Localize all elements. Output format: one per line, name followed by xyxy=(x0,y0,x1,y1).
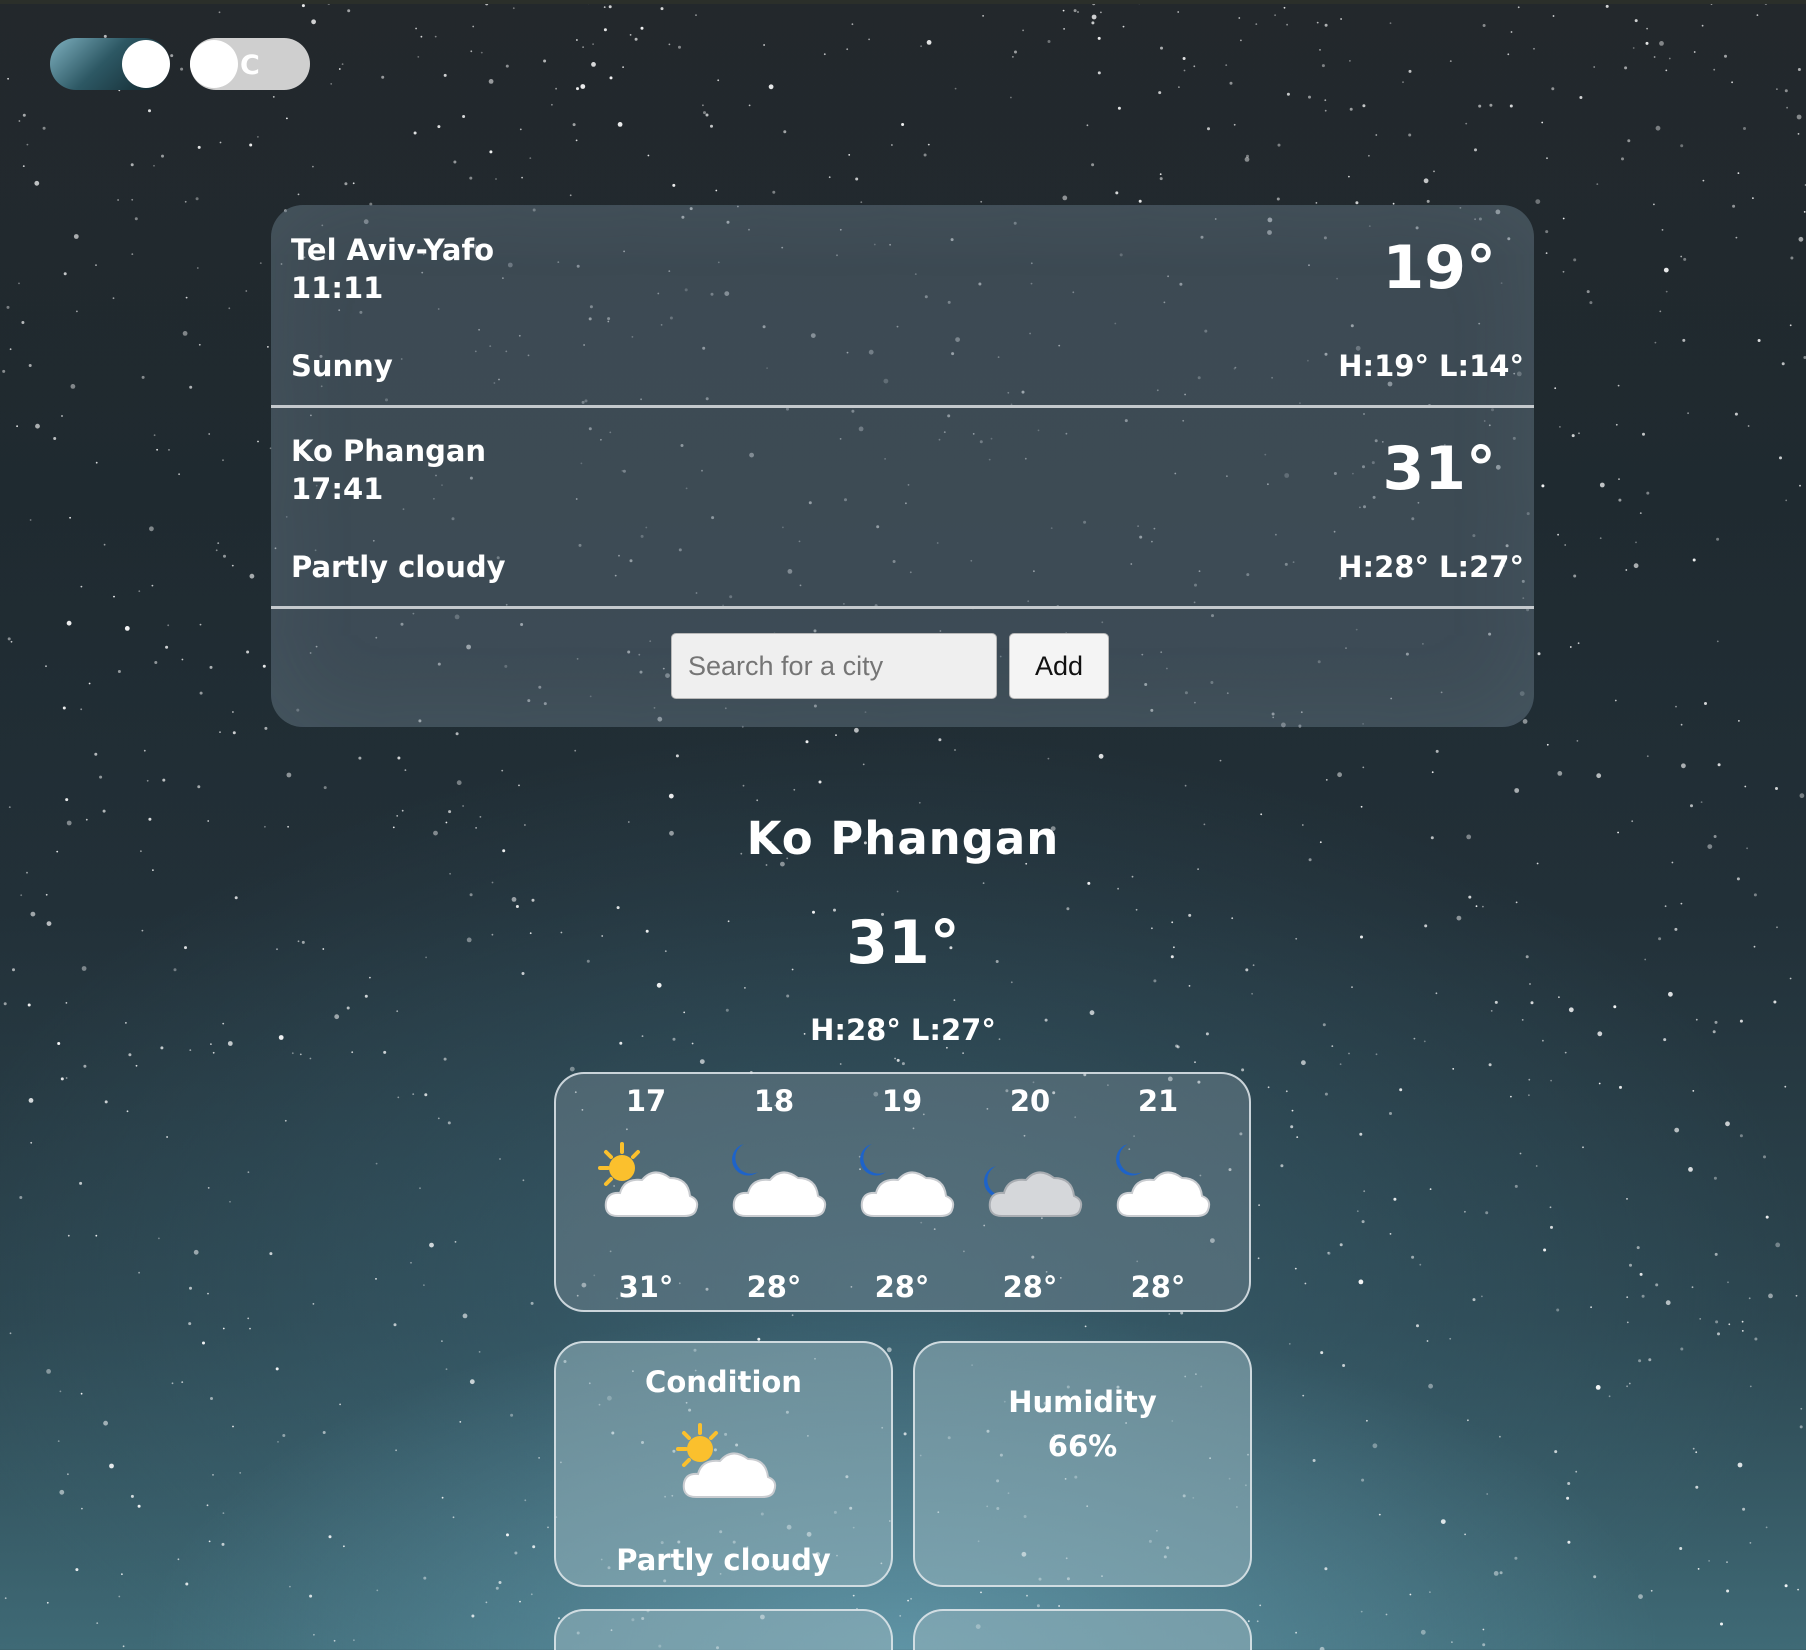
unit-toggle-knob[interactable] xyxy=(190,40,238,88)
city-high-low: H:19° L:14° xyxy=(1338,349,1524,383)
condition-tile: Condition Partly cloudy xyxy=(554,1341,893,1587)
forecast-temperature: 31° xyxy=(618,1270,674,1304)
forecast-item: 18 28° xyxy=(710,1074,838,1314)
forecast-hour: 18 xyxy=(753,1084,795,1118)
city-list-panel: Tel Aviv-Yafo 11:11 Sunny 19° H:19° L:14… xyxy=(271,205,1534,727)
humidity-tile: Humidity 66% xyxy=(913,1341,1252,1587)
humidity-title: Humidity xyxy=(1008,1385,1157,1419)
theme-toggle-knob[interactable] xyxy=(122,40,170,88)
sun-behind-cloud-icon xyxy=(676,1423,777,1498)
forecast-hour: 17 xyxy=(625,1084,667,1118)
city-condition: Sunny xyxy=(291,349,393,383)
city-temperature: 19° xyxy=(1382,233,1497,303)
current-high-low: H:28° L:27° xyxy=(810,1013,996,1047)
city-name: Tel Aviv-Yafo xyxy=(291,233,495,267)
city-row-ko-phangan[interactable]: Ko Phangan 17:41 Partly cloudy 31° H:28°… xyxy=(271,406,1534,609)
forecast-item: 19 28° xyxy=(838,1074,966,1314)
city-search-input[interactable] xyxy=(671,633,997,699)
moon-cloud-icon xyxy=(1116,1144,1211,1217)
condition-value: Partly cloudy xyxy=(616,1543,831,1577)
city-local-time: 11:11 xyxy=(291,271,384,305)
city-temperature: 31° xyxy=(1382,434,1497,504)
city-condition: Partly cloudy xyxy=(291,550,506,584)
forecast-temperature: 28° xyxy=(1130,1270,1186,1304)
current-temperature: 31° xyxy=(846,908,960,978)
city-local-time: 17:41 xyxy=(291,472,384,506)
unit-toggle[interactable]: C xyxy=(190,38,310,90)
moon-dark-cloud-icon xyxy=(984,1166,1083,1217)
forecast-temperature: 28° xyxy=(874,1270,930,1304)
city-name: Ko Phangan xyxy=(291,434,487,468)
theme-toggle[interactable] xyxy=(50,38,170,90)
current-city-name: Ko Phangan xyxy=(746,812,1060,865)
forecast-item: 17 31° xyxy=(582,1074,710,1314)
moon-cloud-icon xyxy=(860,1144,955,1217)
city-high-low: H:28° L:27° xyxy=(1338,550,1524,584)
forecast-hour: 21 xyxy=(1137,1084,1179,1118)
sun-behind-cloud-icon xyxy=(598,1142,699,1217)
city-row-tel-aviv[interactable]: Tel Aviv-Yafo 11:11 Sunny 19° H:19° L:14… xyxy=(271,205,1534,408)
condition-title: Condition xyxy=(645,1365,802,1399)
hourly-forecast-card: 17 31° 18 28° 19 28° 20 28° 21 28° xyxy=(554,1072,1251,1312)
forecast-hour: 19 xyxy=(881,1084,923,1118)
moon-cloud-icon xyxy=(732,1144,827,1217)
detail-tile xyxy=(913,1609,1252,1650)
forecast-item: 21 28° xyxy=(1094,1074,1222,1314)
forecast-item: 20 28° xyxy=(966,1074,1094,1314)
window-top-edge xyxy=(0,0,1806,4)
forecast-temperature: 28° xyxy=(746,1270,802,1304)
forecast-temperature: 28° xyxy=(1002,1270,1058,1304)
unit-toggle-label: C xyxy=(240,50,260,81)
forecast-hour: 20 xyxy=(1009,1084,1051,1118)
humidity-value: 66% xyxy=(1047,1429,1118,1463)
add-city-button[interactable]: Add xyxy=(1009,633,1109,699)
detail-tile xyxy=(554,1609,893,1650)
